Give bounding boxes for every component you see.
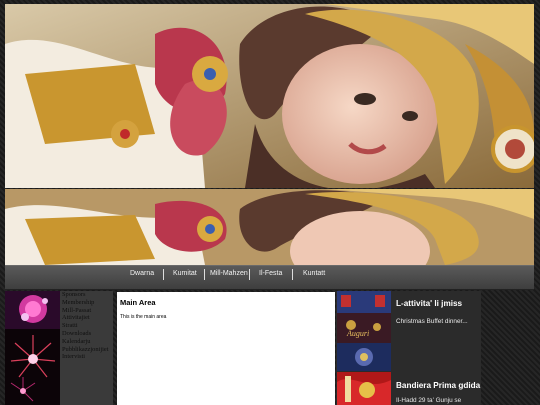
- news-thumbnail-flag[interactable]: [337, 372, 391, 405]
- nav-divider: [204, 269, 205, 280]
- nav-divider: [249, 269, 250, 280]
- nav-item-dwarna[interactable]: Dwarna: [130, 270, 154, 277]
- news-text: Il-Hadd 29 ta' Gunju se: [396, 397, 462, 404]
- nav-divider: [292, 269, 293, 280]
- news-title[interactable]: L-attivita' li jmiss: [396, 299, 462, 308]
- sidebar-item-kalendarju[interactable]: Kalendarju: [62, 338, 114, 346]
- sidebar-item-downloads[interactable]: Downloads: [62, 330, 114, 338]
- nav-item-kuntatt[interactable]: Kuntatt: [303, 270, 325, 277]
- nav-item-il-festa[interactable]: Il-Festa: [259, 270, 282, 277]
- news-thumbnail-christmas[interactable]: Auguri: [337, 291, 391, 371]
- news-panel: Auguri L-attivita' li jmiss Christmas Bu…: [336, 291, 481, 405]
- sidebar-item-stratti[interactable]: Stratti: [62, 322, 114, 330]
- nav-item-kumitat[interactable]: Kumitat: [173, 270, 197, 277]
- header-banner-image-repeat: [5, 189, 534, 265]
- sidebar-thumbnail-image[interactable]: [5, 291, 60, 329]
- news-title[interactable]: Bandiera Prima gdida: [396, 381, 480, 390]
- news-text: Christmas Buffet dinner...: [396, 318, 468, 325]
- main-nav: Dwarna Kumitat Mill-Mahzen Il-Festa Kunt…: [5, 265, 534, 290]
- sidebar-item-membership[interactable]: Membership: [62, 299, 114, 307]
- news-thumbnail-caption: Auguri: [347, 329, 370, 338]
- sidebar-menu: Sponsors Membership Mill-Passat Attivita…: [62, 291, 114, 361]
- nav-divider: [163, 269, 164, 280]
- sidebar-fireworks-image[interactable]: [5, 329, 60, 405]
- main-area-text: This is the main area: [120, 314, 167, 320]
- nav-item-mill-mahzen[interactable]: Mill-Mahzen: [210, 270, 248, 277]
- left-sidebar: Sponsors Membership Mill-Passat Attivita…: [5, 291, 113, 405]
- sidebar-item-intervisti[interactable]: Intervisti: [62, 353, 114, 361]
- header-banner-image: [5, 4, 534, 188]
- sidebar-item-attivitajiet[interactable]: Attivitajiet: [62, 314, 114, 322]
- sidebar-item-mill-passat[interactable]: Mill-Passat: [62, 307, 114, 315]
- main-area-title: Main Area: [120, 298, 156, 307]
- sidebar-item-pubblikazzjonijiet[interactable]: Pubblikazzjonijiet: [62, 346, 114, 354]
- sidebar-item-sponsors[interactable]: Sponsors: [62, 291, 114, 299]
- main-area: Main Area This is the main area: [117, 292, 335, 405]
